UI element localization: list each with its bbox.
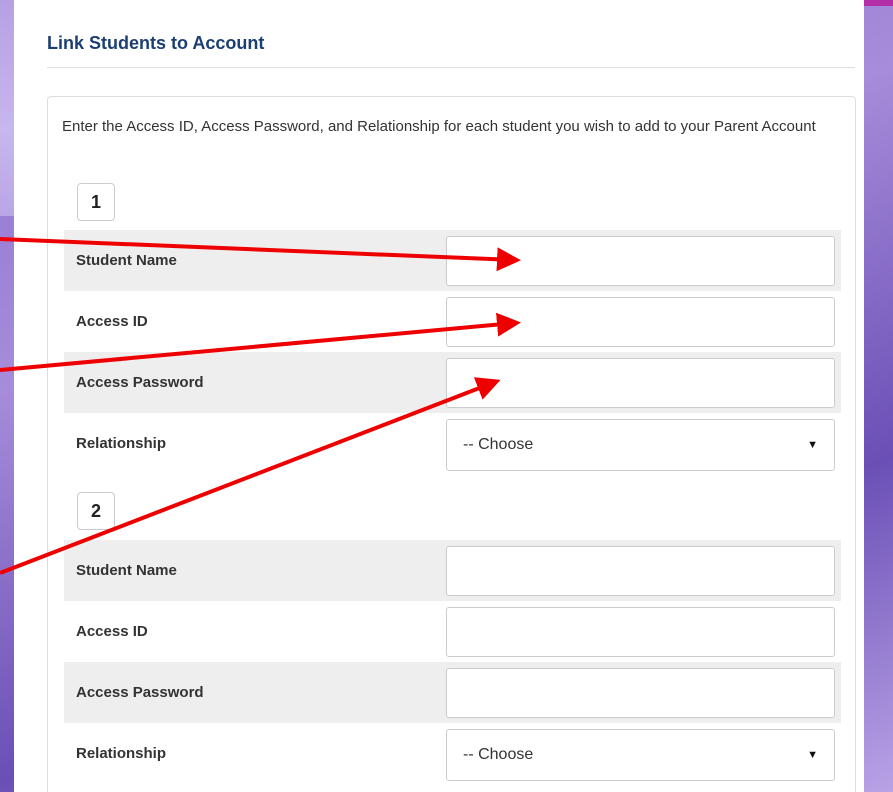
form-instructions: Enter the Access ID, Access Password, an… — [62, 118, 816, 135]
student-1-name-label: Student Name — [76, 252, 177, 269]
student-1-name-input[interactable] — [446, 236, 835, 286]
link-students-form: Enter the Access ID, Access Password, an… — [47, 96, 856, 792]
student-2-relationship-label: Relationship — [76, 745, 167, 762]
student-2-access-id-input[interactable] — [446, 607, 835, 657]
student-2-number-badge: 2 — [77, 492, 115, 530]
student-1-relationship-selected: -- Choose — [463, 436, 534, 453]
student-1-access-password-row: Access Password — [64, 352, 841, 413]
student-2-access-password-row: Access Password — [64, 662, 841, 723]
student-1-number-badge: 1 — [77, 183, 115, 221]
student-1-relationship-row: Relationship -- Choose ▼ — [64, 413, 841, 474]
student-1-access-password-label: Access Password — [76, 374, 204, 391]
background-accent-top-right — [861, 0, 893, 6]
student-2-relationship-row: Relationship -- Choose ▼ — [64, 723, 841, 784]
student-2-relationship-select[interactable]: -- Choose ▼ — [446, 729, 835, 781]
student-2-name-row: Student Name — [64, 540, 841, 601]
caret-down-icon: ▼ — [807, 439, 818, 451]
student-1-name-row: Student Name — [64, 230, 841, 291]
student-2-access-password-label: Access Password — [76, 684, 204, 701]
student-2-name-label: Student Name — [76, 562, 177, 579]
student-2-name-input[interactable] — [446, 546, 835, 596]
student-2-relationship-selected: -- Choose — [463, 746, 534, 763]
student-1-access-id-label: Access ID — [76, 313, 148, 330]
student-1-relationship-select[interactable]: -- Choose ▼ — [446, 419, 835, 471]
student-2-access-id-label: Access ID — [76, 623, 148, 640]
background-panel-left — [0, 0, 15, 216]
student-1-relationship-label: Relationship — [76, 435, 167, 452]
student-1-access-id-input[interactable] — [446, 297, 835, 347]
link-students-page: Link Students to Account Enter the Acces… — [14, 0, 864, 792]
student-1-access-id-row: Access ID — [64, 291, 841, 352]
page-title: Link Students to Account — [47, 33, 265, 53]
title-divider — [47, 67, 855, 68]
caret-down-icon: ▼ — [807, 749, 818, 761]
student-2-access-id-row: Access ID — [64, 601, 841, 662]
student-1-access-password-input[interactable] — [446, 358, 835, 408]
student-2-access-password-input[interactable] — [446, 668, 835, 718]
